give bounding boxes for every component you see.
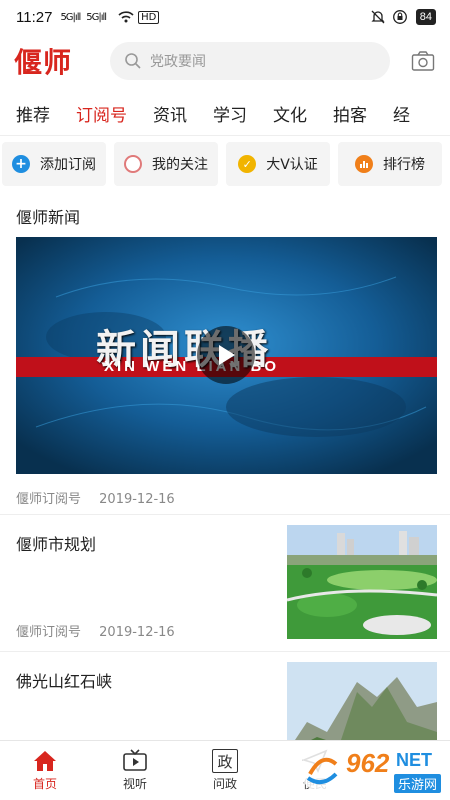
tv-icon: [123, 749, 147, 771]
status-bar: 11:27 5G|ıll 5G|ıll HD 84: [0, 0, 450, 34]
camera-button[interactable]: [410, 48, 436, 74]
hd-badge: HD: [138, 10, 160, 24]
bar-chart-icon: [355, 155, 373, 173]
article-thumbnail: [287, 525, 437, 639]
tab-photo[interactable]: 拍客: [333, 101, 367, 126]
nav-video-label: 视听: [122, 777, 147, 791]
tab-culture[interactable]: 文化: [273, 101, 307, 126]
nav-politics-label: 问政: [212, 777, 237, 791]
watermark-logo: 962 NET 乐游网: [296, 744, 446, 796]
search-bar[interactable]: 党政要闻: [110, 42, 390, 80]
verified-v-button[interactable]: ✓ 大V认证: [226, 142, 330, 186]
play-icon: [219, 345, 235, 365]
lock-rotate-icon: [392, 10, 407, 24]
ranking-label: 排行榜: [383, 157, 425, 173]
ring-icon: [124, 155, 142, 173]
search-placeholder: 党政要闻: [150, 54, 206, 70]
section-title: 偃师新闻: [16, 208, 81, 227]
tab-subscriptions[interactable]: 订阅号: [76, 101, 127, 126]
article-source: 偃师订阅号: [16, 625, 82, 640]
category-tabs: 推荐 订阅号 资讯 学习 文化 拍客 经: [0, 92, 450, 136]
article-title: 佛光山红石峡: [16, 672, 113, 691]
signal-icon: 5G|ıll: [60, 11, 81, 23]
check-badge-icon: ✓: [238, 155, 257, 173]
nav-home-label: 首页: [32, 777, 57, 791]
my-follows-label: 我的关注: [152, 157, 208, 173]
article-title: 偃师市规划: [16, 535, 97, 554]
article-item[interactable]: 偃师市规划 偃师订阅号 2019-12-16: [0, 515, 450, 651]
article-date: 2019-12-16: [99, 625, 175, 640]
tab-news[interactable]: 资讯: [153, 101, 187, 126]
signal-icon-2: 5G|ıll: [86, 11, 107, 23]
bell-off-icon: [371, 10, 385, 24]
video-meta: 偃师订阅号 2019-12-16: [16, 488, 175, 507]
home-icon: [34, 751, 56, 771]
battery-indicator: 84: [415, 9, 436, 25]
tab-recommend[interactable]: 推荐: [16, 101, 50, 126]
article-item[interactable]: 佛光山红石峡: [0, 652, 450, 740]
verified-v-label: 大V认证: [266, 157, 318, 173]
add-subscription-button[interactable]: + 添加订阅: [2, 142, 106, 186]
plus-circle-icon: +: [12, 155, 30, 173]
app-logo: 偃师: [14, 46, 73, 79]
add-subscription-label: 添加订阅: [40, 157, 96, 173]
watermark-brand: 962: [346, 748, 390, 778]
wifi-icon: [118, 11, 134, 23]
status-time: 11:27: [16, 8, 53, 26]
ranking-button[interactable]: 排行榜: [338, 142, 442, 186]
watermark-suffix: NET: [396, 750, 432, 770]
quick-actions: + 添加订阅 我的关注 ✓ 大V认证 排行榜: [0, 140, 450, 188]
watermark-sub: 乐游网: [394, 774, 442, 793]
tab-study[interactable]: 学习: [213, 101, 247, 126]
nav-home[interactable]: 首页: [0, 741, 90, 800]
video-source: 偃师订阅号: [16, 492, 82, 507]
zheng-icon: 政: [212, 749, 238, 773]
camera-icon: [411, 51, 435, 71]
video-thumbnail[interactable]: 新闻联播 XIN WEN LIAN BO: [16, 237, 437, 474]
tab-economy[interactable]: 经: [393, 101, 410, 126]
my-follows-button[interactable]: 我的关注: [114, 142, 218, 186]
app-header: 偃师 党政要闻: [0, 38, 450, 84]
search-icon: [125, 53, 141, 69]
nav-video[interactable]: 视听: [90, 741, 180, 800]
nav-politics[interactable]: 政 问政: [180, 741, 270, 800]
article-meta: 偃师订阅号 2019-12-16: [16, 621, 175, 640]
article-thumbnail: [287, 662, 437, 740]
video-date: 2019-12-16: [99, 492, 175, 507]
play-button[interactable]: [197, 326, 255, 384]
